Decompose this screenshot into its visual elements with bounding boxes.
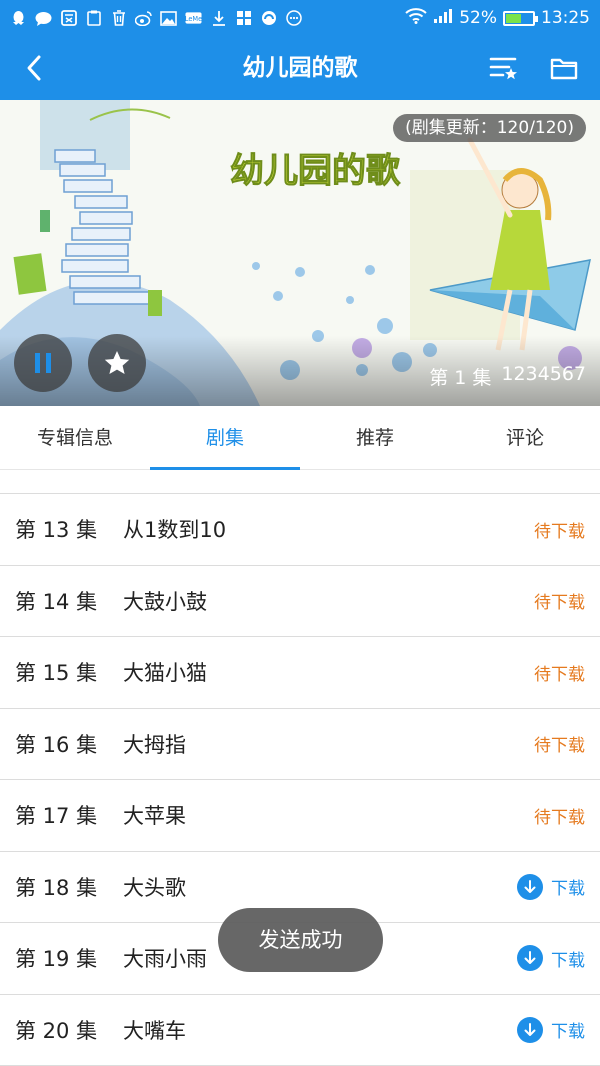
folder-icon <box>550 58 578 80</box>
system-status: 52% 13:25 <box>405 7 590 29</box>
download-arrow-icon <box>517 1016 543 1043</box>
pending-download-status: 待下载 <box>534 807 585 828</box>
status-bar: LeMe 52% 13:25 <box>0 0 600 36</box>
back-button[interactable] <box>14 48 54 88</box>
update-badge: (剧集更新：120/120) <box>393 114 586 142</box>
episode-number: 第 17 集 <box>15 804 98 829</box>
pause-icon <box>35 353 51 373</box>
episode-number: 第 18 集 <box>15 875 98 900</box>
trash-icon <box>110 10 127 27</box>
download-arrow-icon <box>517 873 543 900</box>
svg-text:LeMe: LeMe <box>185 15 202 23</box>
episode-title: 大头歌 <box>123 875 186 900</box>
tab-recommend[interactable]: 推荐 <box>300 406 450 469</box>
clipboard-icon <box>85 10 102 27</box>
download-label: 下载 <box>551 950 585 971</box>
apps-icon <box>235 10 252 27</box>
now-playing: 第 1 集 1234567 <box>429 363 586 390</box>
now-playing-episode: 第 1 集 <box>429 367 492 389</box>
download-button[interactable]: 下载 <box>517 1016 585 1043</box>
favorite-button[interactable] <box>88 334 146 392</box>
notification-icons: LeMe <box>10 10 302 27</box>
qq-icon <box>10 10 27 27</box>
episode-row[interactable]: 第 14 集 大鼓小鼓 待下载 <box>0 565 600 637</box>
episode-row[interactable]: 第 16 集 大拇指 待下载 <box>0 708 600 780</box>
pending-download-status: 待下载 <box>534 521 585 542</box>
episode-number: 第 19 集 <box>15 947 98 972</box>
episode-title: 大鼓小鼓 <box>123 589 207 614</box>
pending-download-status: 待下载 <box>534 736 585 757</box>
more-icon <box>285 10 302 27</box>
signal-icon <box>433 8 453 29</box>
folder-button[interactable] <box>544 48 584 88</box>
download-button[interactable]: 下载 <box>517 873 585 900</box>
friend-icon <box>60 10 77 27</box>
cover-title-text: 幼儿园的歌 <box>230 151 401 191</box>
episode-row[interactable]: 第 20 集 大嘴车 下载 <box>0 994 600 1066</box>
toast-message: 发送成功 <box>218 908 383 972</box>
album-cover: 幼儿园的歌 (剧集更新：120/120) 第 1 集 1234567 <box>0 100 600 406</box>
playlist-star-icon <box>489 57 517 80</box>
download-label: 下载 <box>551 1022 585 1043</box>
tab-episodes[interactable]: 剧集 <box>150 406 300 470</box>
episode-title: 大猫小猫 <box>123 661 207 686</box>
episode-title: 大苹果 <box>123 804 186 829</box>
episode-title: 大拇指 <box>123 732 186 757</box>
download-arrow-icon <box>517 945 543 972</box>
pause-button[interactable] <box>14 334 72 392</box>
episode-number: 第 15 集 <box>15 661 98 686</box>
image-icon <box>160 10 177 27</box>
tab-bar: 专辑信息 剧集 推荐 评论 <box>0 406 600 470</box>
episode-number: 第 20 集 <box>15 1018 98 1043</box>
pending-download-status: 待下载 <box>534 593 585 614</box>
playlist-button[interactable] <box>484 48 524 88</box>
wifi-icon <box>405 7 427 29</box>
episode-row[interactable]: 第 17 集 大苹果 待下载 <box>0 780 600 852</box>
clock: 13:25 <box>541 8 590 28</box>
download-label: 下载 <box>551 879 585 900</box>
episode-number: 第 16 集 <box>15 732 98 757</box>
tab-comments[interactable]: 评论 <box>450 406 600 469</box>
tab-album-info[interactable]: 专辑信息 <box>0 406 150 469</box>
episode-number: 第 14 集 <box>15 589 98 614</box>
battery-icon <box>503 10 538 26</box>
battery-percent: 52% <box>459 8 497 28</box>
episode-number: 第 13 集 <box>15 518 98 543</box>
episode-title: 大嘴车 <box>123 1018 186 1043</box>
episode-list: 第 13 集 从1数到10 待下载 第 14 集 大鼓小鼓 待下载 第 15 集… <box>0 493 600 1066</box>
episode-row[interactable]: 第 13 集 从1数到10 待下载 <box>0 494 600 566</box>
download-icon <box>210 10 227 27</box>
letv-icon: LeMe <box>185 10 202 27</box>
star-icon <box>104 351 130 374</box>
pending-download-status: 待下载 <box>534 664 585 685</box>
now-playing-title: 1234567 <box>501 363 586 385</box>
battery-level <box>506 13 521 23</box>
episode-row[interactable]: 第 15 集 大猫小猫 待下载 <box>0 637 600 709</box>
weibo-icon <box>135 10 152 27</box>
clean-icon <box>260 10 277 27</box>
download-button[interactable]: 下载 <box>517 945 585 972</box>
chevron-left-icon <box>27 55 41 81</box>
app-header: 幼儿园的歌 <box>0 36 600 100</box>
episode-title: 从1数到10 <box>123 518 227 543</box>
chat-icon <box>35 10 52 27</box>
